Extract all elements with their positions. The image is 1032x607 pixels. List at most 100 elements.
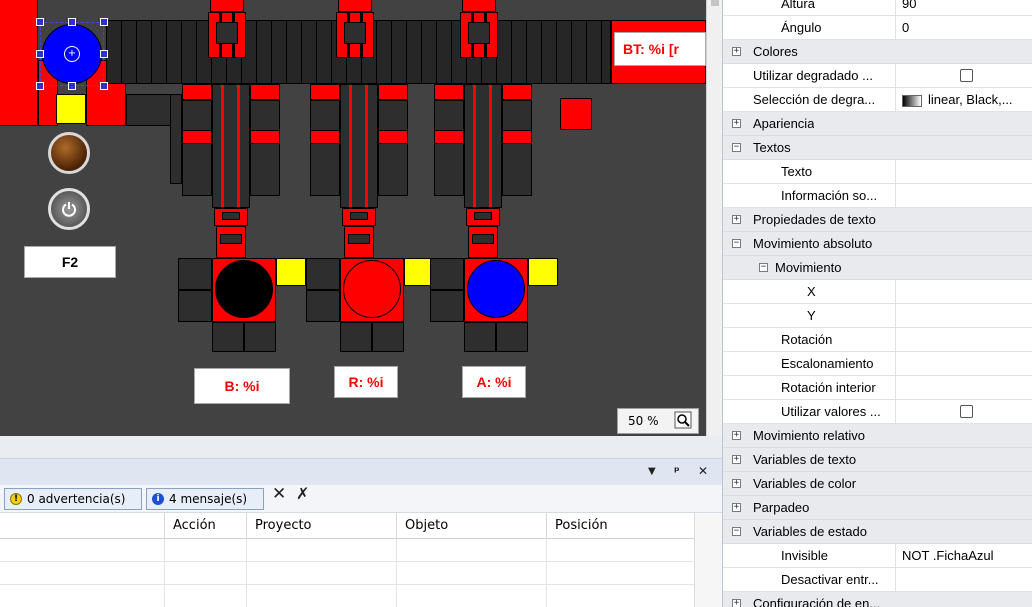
property-row[interactable]: + Propiedades de texto: [723, 208, 1032, 232]
resize-handle-s[interactable]: [68, 82, 76, 90]
property-value[interactable]: 0: [895, 16, 1032, 39]
resize-handle-nw[interactable]: [36, 18, 44, 26]
property-row[interactable]: Utilizar valores ...: [723, 400, 1032, 424]
property-row[interactable]: + Configuración de en...: [723, 592, 1032, 607]
property-value[interactable]: [895, 376, 1032, 399]
column-header-accion[interactable]: Acción: [164, 513, 246, 539]
dark-block-mid: [170, 94, 182, 184]
power-button-icon[interactable]: [48, 188, 90, 230]
zoom-magnifier-icon[interactable]: [674, 411, 692, 429]
collapse-icon[interactable]: −: [732, 143, 741, 152]
property-row[interactable]: + Variables de color: [723, 472, 1032, 496]
property-row[interactable]: Texto: [723, 160, 1032, 184]
property-row[interactable]: Rotación interior: [723, 376, 1032, 400]
color-puck-blue[interactable]: [467, 260, 525, 318]
expand-icon[interactable]: +: [732, 47, 741, 56]
property-value[interactable]: [895, 64, 1032, 87]
property-value[interactable]: [895, 568, 1032, 591]
property-row[interactable]: − Variables de estado: [723, 520, 1032, 544]
property-row[interactable]: X: [723, 280, 1032, 304]
expand-icon[interactable]: +: [732, 119, 741, 128]
property-row[interactable]: Altura 90: [723, 0, 1032, 16]
property-name: Escalonamiento: [781, 356, 874, 371]
resize-handle-ne[interactable]: [100, 18, 108, 26]
resize-handle-w[interactable]: [36, 50, 44, 58]
property-row[interactable]: + Apariencia: [723, 112, 1032, 136]
property-row[interactable]: Desactivar entr...: [723, 568, 1032, 592]
messages-vertical-scrollbar[interactable]: [694, 513, 722, 607]
column-left-cap-black: [182, 84, 212, 100]
expand-icon[interactable]: +: [732, 455, 741, 464]
base-bottom-r-blue: [496, 322, 528, 352]
table-cell: [246, 562, 396, 585]
expand-icon[interactable]: +: [732, 503, 741, 512]
f2-button-label: F2: [61, 254, 79, 270]
property-value[interactable]: [895, 328, 1032, 351]
panel-close-icon[interactable]: ✕: [698, 464, 708, 478]
property-row[interactable]: − Movimiento: [723, 256, 1032, 280]
property-row[interactable]: Información so...: [723, 184, 1032, 208]
property-value[interactable]: [895, 400, 1032, 423]
property-row[interactable]: Selección de degra... linear, Black,...: [723, 88, 1032, 112]
color-puck-red[interactable]: [343, 260, 401, 318]
property-row[interactable]: + Movimiento relativo: [723, 424, 1032, 448]
property-value[interactable]: linear, Black,...: [895, 88, 1032, 111]
property-value[interactable]: [895, 184, 1032, 207]
property-value[interactable]: [895, 304, 1032, 327]
resize-handle-sw[interactable]: [36, 82, 44, 90]
canvas-vertical-scrollbar[interactable]: [706, 0, 722, 436]
f2-button[interactable]: F2: [24, 246, 116, 278]
property-row[interactable]: + Parpadeo: [723, 496, 1032, 520]
property-row[interactable]: Ángulo 0: [723, 16, 1032, 40]
property-value[interactable]: [895, 280, 1032, 303]
property-row[interactable]: + Variables de texto: [723, 448, 1032, 472]
column-left-black: [182, 100, 212, 196]
resize-handle-n[interactable]: [68, 18, 76, 26]
panel-menu-icon[interactable]: ▼: [648, 466, 656, 477]
warnings-filter-button[interactable]: ! 0 advertencia(s): [4, 488, 142, 510]
panel-pin-icon[interactable]: ᵖ: [674, 464, 680, 478]
collapse-icon[interactable]: −: [732, 527, 741, 536]
property-row[interactable]: Invisible NOT .FichaAzul: [723, 544, 1032, 568]
a-value-text: A: %i: [476, 374, 512, 390]
collapse-icon[interactable]: −: [732, 239, 741, 248]
table-row[interactable]: [0, 562, 694, 585]
visualization-canvas[interactable]: BT: %i [r + F2 B: %i R: %i A: %i 50 %: [0, 0, 706, 436]
checkbox[interactable]: [960, 69, 973, 82]
table-row[interactable]: [0, 539, 694, 562]
resize-handle-se[interactable]: [100, 82, 108, 90]
zoom-control[interactable]: 50 %: [617, 408, 699, 434]
table-cell: [546, 585, 694, 607]
property-value[interactable]: NOT .FichaAzul: [895, 544, 1032, 567]
property-row[interactable]: − Movimiento absoluto: [723, 232, 1032, 256]
base-bottom-r-black: [244, 322, 276, 352]
property-value[interactable]: [895, 352, 1032, 375]
expand-icon[interactable]: +: [732, 599, 741, 607]
color-puck-black[interactable]: [215, 260, 273, 318]
lamp-indicator[interactable]: [48, 132, 90, 174]
checkbox[interactable]: [960, 405, 973, 418]
scroll-thumb[interactable]: [711, 0, 719, 6]
expand-icon[interactable]: +: [732, 479, 741, 488]
tube-slot-black: [222, 212, 240, 220]
property-row[interactable]: Rotación: [723, 328, 1032, 352]
column-header-objeto[interactable]: Objeto: [396, 513, 546, 539]
column-header-proyecto[interactable]: Proyecto: [246, 513, 396, 539]
property-value[interactable]: 90: [895, 0, 1032, 15]
property-row[interactable]: Y: [723, 304, 1032, 328]
property-row[interactable]: Utilizar degradado ...: [723, 64, 1032, 88]
property-row[interactable]: Escalonamiento: [723, 352, 1032, 376]
clear-all-messages-icon[interactable]: ✗: [296, 484, 309, 503]
column-header-posicion[interactable]: Posición: [546, 513, 694, 539]
property-value[interactable]: [895, 160, 1032, 183]
clear-messages-icon[interactable]: ✕: [272, 484, 286, 504]
messages-filter-button[interactable]: i 4 mensaje(s): [146, 488, 264, 510]
property-row[interactable]: + Colores: [723, 40, 1032, 64]
table-row[interactable]: [0, 585, 694, 607]
collapse-icon[interactable]: −: [759, 263, 768, 272]
property-name: Y: [807, 308, 816, 323]
expand-icon[interactable]: +: [732, 215, 741, 224]
resize-handle-e[interactable]: [100, 50, 108, 58]
property-row[interactable]: − Textos: [723, 136, 1032, 160]
expand-icon[interactable]: +: [732, 431, 741, 440]
